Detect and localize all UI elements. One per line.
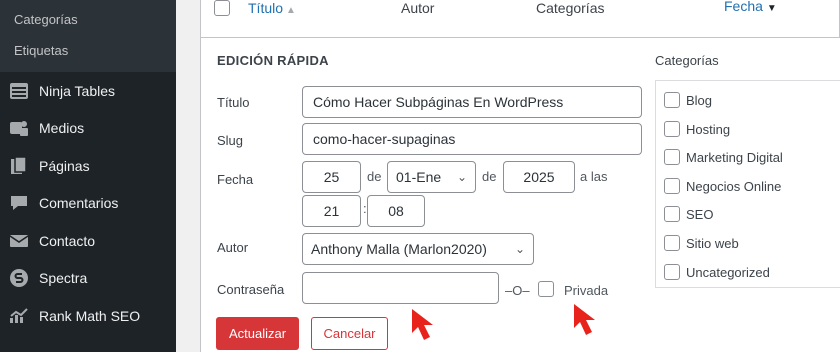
cancel-button[interactable]: Cancelar xyxy=(311,317,388,350)
date-de-text: de xyxy=(367,169,382,184)
main-content: Título ▲ Autor Categorías Fecha ▼ EDICIÓN … xyxy=(176,0,840,352)
pages-icon xyxy=(9,156,29,176)
category-item-negocios[interactable]: Negocios Online xyxy=(664,178,781,194)
category-item-hosting[interactable]: Hosting xyxy=(664,121,730,137)
category-label: Hosting xyxy=(686,121,731,137)
day-input[interactable]: 25 xyxy=(302,161,361,193)
sidebar-item-comentarios[interactable]: Comentarios xyxy=(0,185,176,223)
sidebar-item-label: Medios xyxy=(39,120,85,137)
private-checkbox[interactable] xyxy=(538,281,554,297)
chevron-down-icon: ⌄ xyxy=(456,170,467,184)
author-value: Anthony Malla (Marlon2020) xyxy=(311,241,487,257)
sidebar-item-label: Contacto xyxy=(39,232,96,249)
red-pointer-arrow-icon xyxy=(574,304,595,335)
column-title-label: Título xyxy=(248,0,284,16)
column-date-label: Fecha xyxy=(724,0,763,14)
minute-input[interactable]: 08 xyxy=(367,195,425,227)
mail-icon xyxy=(9,231,29,251)
or-separator: –O– xyxy=(505,283,530,298)
category-label: SEO xyxy=(686,206,714,222)
update-button[interactable]: Actualizar xyxy=(216,317,299,350)
slug-input[interactable]: como-hacer-supaginas xyxy=(302,123,642,155)
sidebar-item-spectra[interactable]: Spectra xyxy=(0,260,176,298)
year-input[interactable]: 2025 xyxy=(503,161,575,193)
category-checkbox[interactable] xyxy=(664,235,680,251)
private-label: Privada xyxy=(564,283,609,298)
quick-edit-heading: EDICIÓN RÁPIDA xyxy=(217,53,329,68)
sidebar-item-contacto[interactable]: Contacto xyxy=(0,222,176,260)
comments-icon xyxy=(9,193,29,213)
sidebar-item-label: Ninja Tables xyxy=(39,82,116,99)
category-checkbox[interactable] xyxy=(664,264,680,280)
category-checkbox[interactable] xyxy=(664,92,680,108)
title-label: Título xyxy=(217,95,250,110)
author-select[interactable]: Anthony Malla (Marlon2020) ⌄ xyxy=(302,233,534,265)
posts-table-header: Título ▲ Autor Categorías Fecha ▼ xyxy=(200,0,840,38)
column-author-header: Autor xyxy=(401,0,435,16)
sidebar-item-label: Spectra xyxy=(39,270,88,287)
category-checkbox[interactable] xyxy=(664,206,680,222)
a-las-text: a las xyxy=(580,169,608,184)
sidebar-item-label: Comentarios xyxy=(39,195,119,212)
chart-icon xyxy=(9,306,29,326)
sidebar-item-medios[interactable]: Medios xyxy=(0,110,176,148)
column-categories-header: Categorías xyxy=(536,0,605,16)
submenu-item-categorias[interactable]: Categorías xyxy=(0,4,176,35)
category-item-uncategorized[interactable]: Uncategorized xyxy=(664,264,770,280)
sort-desc-icon: ▼ xyxy=(766,3,777,14)
month-select[interactable]: 01-Ene ⌄ xyxy=(387,161,476,193)
sidebar-item-label: Rank Math SEO xyxy=(39,307,141,324)
category-checkbox[interactable] xyxy=(664,149,680,165)
category-checkbox[interactable] xyxy=(664,121,680,137)
media-icon xyxy=(9,118,29,138)
category-label: Marketing Digital xyxy=(686,149,783,165)
sidebar-item-label: Páginas xyxy=(39,157,90,174)
sort-icon: ▲ xyxy=(286,5,296,16)
sidebar-item-rank-math[interactable]: Rank Math SEO xyxy=(0,297,176,335)
title-input[interactable]: Cómo Hacer Subpáginas En WordPress xyxy=(302,86,642,118)
table-icon xyxy=(9,81,29,101)
category-label: Uncategorized xyxy=(686,264,770,280)
category-checkbox[interactable] xyxy=(664,178,680,194)
category-item-blog[interactable]: Blog xyxy=(664,92,712,108)
category-item-seo[interactable]: SEO xyxy=(664,206,713,222)
author-label: Autor xyxy=(217,240,249,255)
slug-label: Slug xyxy=(217,133,244,148)
category-item-sitio-web[interactable]: Sitio web xyxy=(664,235,739,251)
date-label: Fecha xyxy=(217,172,254,187)
select-all-checkbox[interactable] xyxy=(214,0,230,16)
password-label: Contraseña xyxy=(217,282,285,297)
chevron-down-icon: ⌄ xyxy=(514,242,525,256)
month-value: 01-Ene xyxy=(396,169,442,185)
category-label: Blog xyxy=(686,92,713,108)
submenu-item-etiquetas[interactable]: Etiquetas xyxy=(0,35,176,66)
sidebar-item-ninja-tables[interactable]: Ninja Tables xyxy=(0,72,176,110)
categories-checklist: Blog Hosting Marketing Digital Negocios … xyxy=(655,80,840,288)
password-input[interactable] xyxy=(302,272,499,304)
category-label: Sitio web xyxy=(686,235,739,251)
quick-edit-panel: EDICIÓN RÁPIDA Título Cómo Hacer Subpági… xyxy=(200,38,840,352)
column-date-header[interactable]: Fecha ▼ xyxy=(724,0,777,17)
category-label: Negocios Online xyxy=(686,178,782,194)
date-de-text-2: de xyxy=(482,169,497,184)
category-item-marketing[interactable]: Marketing Digital xyxy=(664,149,783,165)
red-pointer-arrow-icon xyxy=(412,309,433,340)
column-title-header[interactable]: Título ▲ xyxy=(248,0,296,19)
spectra-icon xyxy=(9,268,29,288)
sidebar-item-paginas[interactable]: Páginas xyxy=(0,147,176,185)
admin-sidebar: Categorías Etiquetas Ninja Tables Medios… xyxy=(0,0,176,352)
categories-title: Categorías xyxy=(655,53,719,68)
sidebar-submenu: Categorías Etiquetas xyxy=(0,0,176,72)
hour-input[interactable]: 21 xyxy=(302,195,361,227)
